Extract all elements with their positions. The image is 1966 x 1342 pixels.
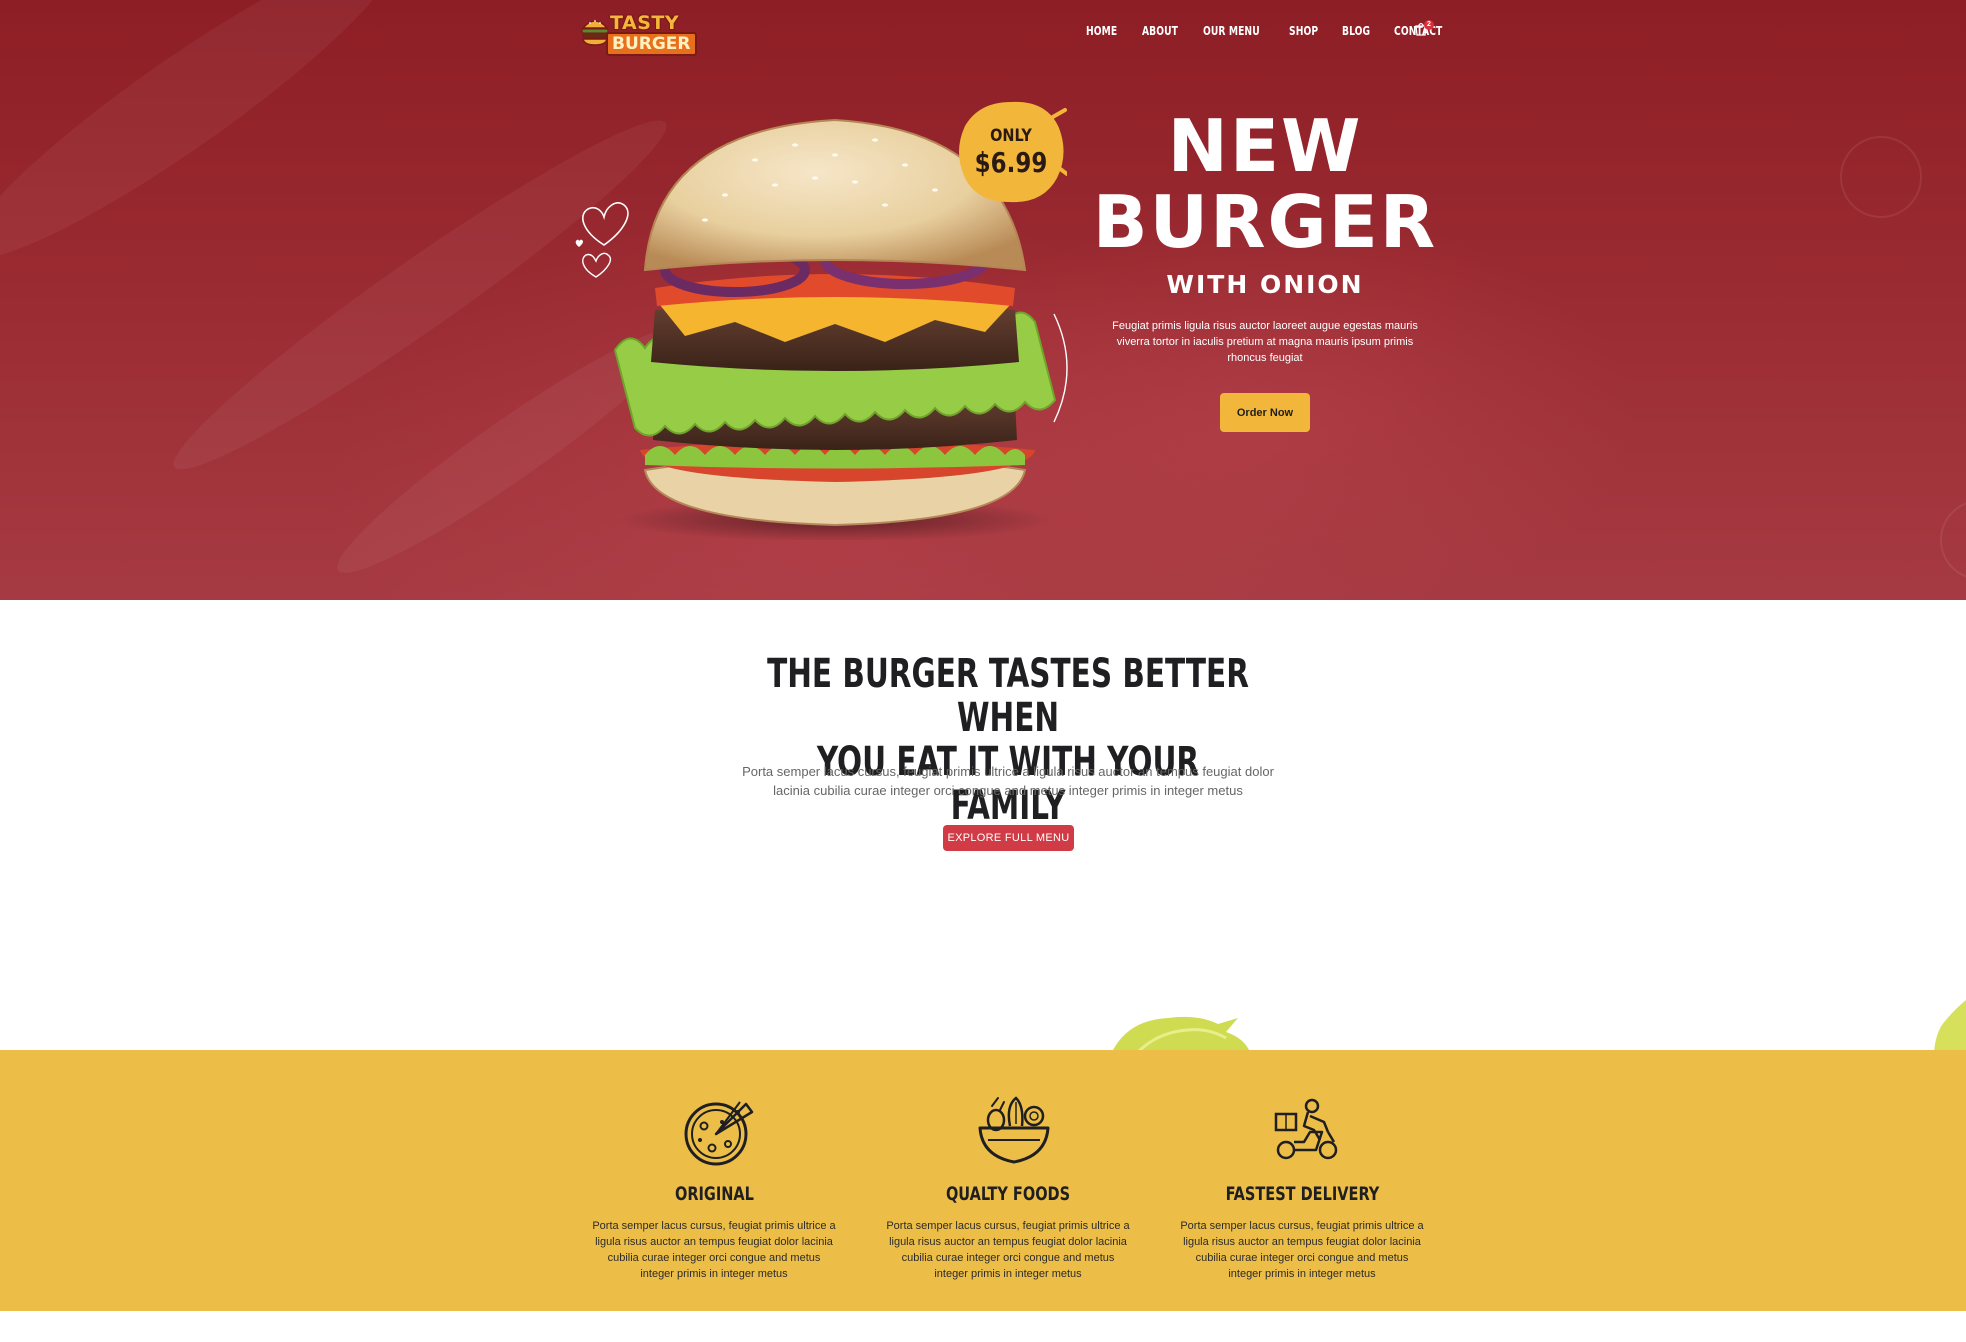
features-section: ORIGINAL Porta semper lacus cursus, feug… xyxy=(0,1050,1966,1311)
main-nav: HOME ABOUT OUR MENU SHOP BLOG CONTACT xyxy=(1086,24,1470,38)
hero-section: TASTY BURGER HOME ABOUT OUR MENU SHOP BL… xyxy=(0,0,1966,600)
hearts-doodle-icon xyxy=(575,202,629,278)
logo-text-burger: BURGER xyxy=(606,32,697,56)
intro-description: Porta semper lacus cursus, feugiat primi… xyxy=(742,764,1274,798)
feature-description: Porta semper lacus cursus, feugiat primi… xyxy=(1180,1220,1424,1280)
intro-title-line1: THE BURGER TASTES BETTER WHEN xyxy=(767,651,1249,741)
intro-title: THE BURGER TASTES BETTER WHEN YOU EAT IT… xyxy=(700,652,1316,828)
nav-home[interactable]: HOME xyxy=(1086,24,1117,38)
decorative-circle xyxy=(1840,136,1922,218)
feature-description: Porta semper lacus cursus, feugiat primi… xyxy=(592,1220,836,1280)
nav-blog[interactable]: BLOG xyxy=(1342,24,1370,38)
feature-title-text: ORIGINAL xyxy=(674,1183,754,1205)
decorative-arc xyxy=(1053,313,1068,423)
hero-subtitle: WITH ONION xyxy=(1166,270,1364,299)
decorative-circle xyxy=(1940,500,1966,580)
order-now-button[interactable]: Order Now xyxy=(1220,393,1310,432)
hero-title: NEW BURGER xyxy=(1080,108,1450,260)
hero-title-line2: BURGER xyxy=(1092,180,1438,264)
lettuce-leaf-image xyxy=(1112,1016,1250,1052)
feature-title-text: FASTEST DELIVERY xyxy=(1225,1183,1379,1205)
badge-price-text: $6.99 xyxy=(974,146,1048,179)
brand-logo[interactable]: TASTY BURGER xyxy=(580,12,700,56)
feature-description: Porta semper lacus cursus, feugiat primi… xyxy=(886,1220,1130,1280)
price-badge: ONLY $6.99 xyxy=(955,98,1067,206)
lettuce-leaf-image xyxy=(1934,1000,1966,1052)
logo-text-tasty: TASTY xyxy=(610,12,680,34)
hero-description: Feugiat primis ligula risus auctor laore… xyxy=(1112,320,1418,364)
pizza-icon xyxy=(684,1101,754,1166)
explore-menu-button[interactable]: EXPLORE FULL MENU xyxy=(943,825,1074,851)
hero-title-line1: NEW xyxy=(1167,104,1363,188)
nav-about[interactable]: ABOUT xyxy=(1142,24,1178,38)
delivery-scooter-icon xyxy=(1274,1098,1338,1160)
salad-bowl-icon xyxy=(978,1096,1050,1164)
feature-title: QUALTY FOODS xyxy=(878,1183,1138,1205)
feature-title-text: QUALTY FOODS xyxy=(945,1183,1071,1205)
nav-shop[interactable]: SHOP xyxy=(1289,24,1318,38)
cart-button[interactable]: 2 xyxy=(1414,20,1434,40)
badge-only-text: ONLY xyxy=(990,126,1032,146)
cart-count-badge: 2 xyxy=(1424,20,1434,30)
feature-title: ORIGINAL xyxy=(584,1183,844,1205)
background-streak xyxy=(0,0,419,291)
nav-our-menu[interactable]: OUR MENU xyxy=(1203,24,1260,38)
feature-title: FASTEST DELIVERY xyxy=(1172,1183,1432,1205)
